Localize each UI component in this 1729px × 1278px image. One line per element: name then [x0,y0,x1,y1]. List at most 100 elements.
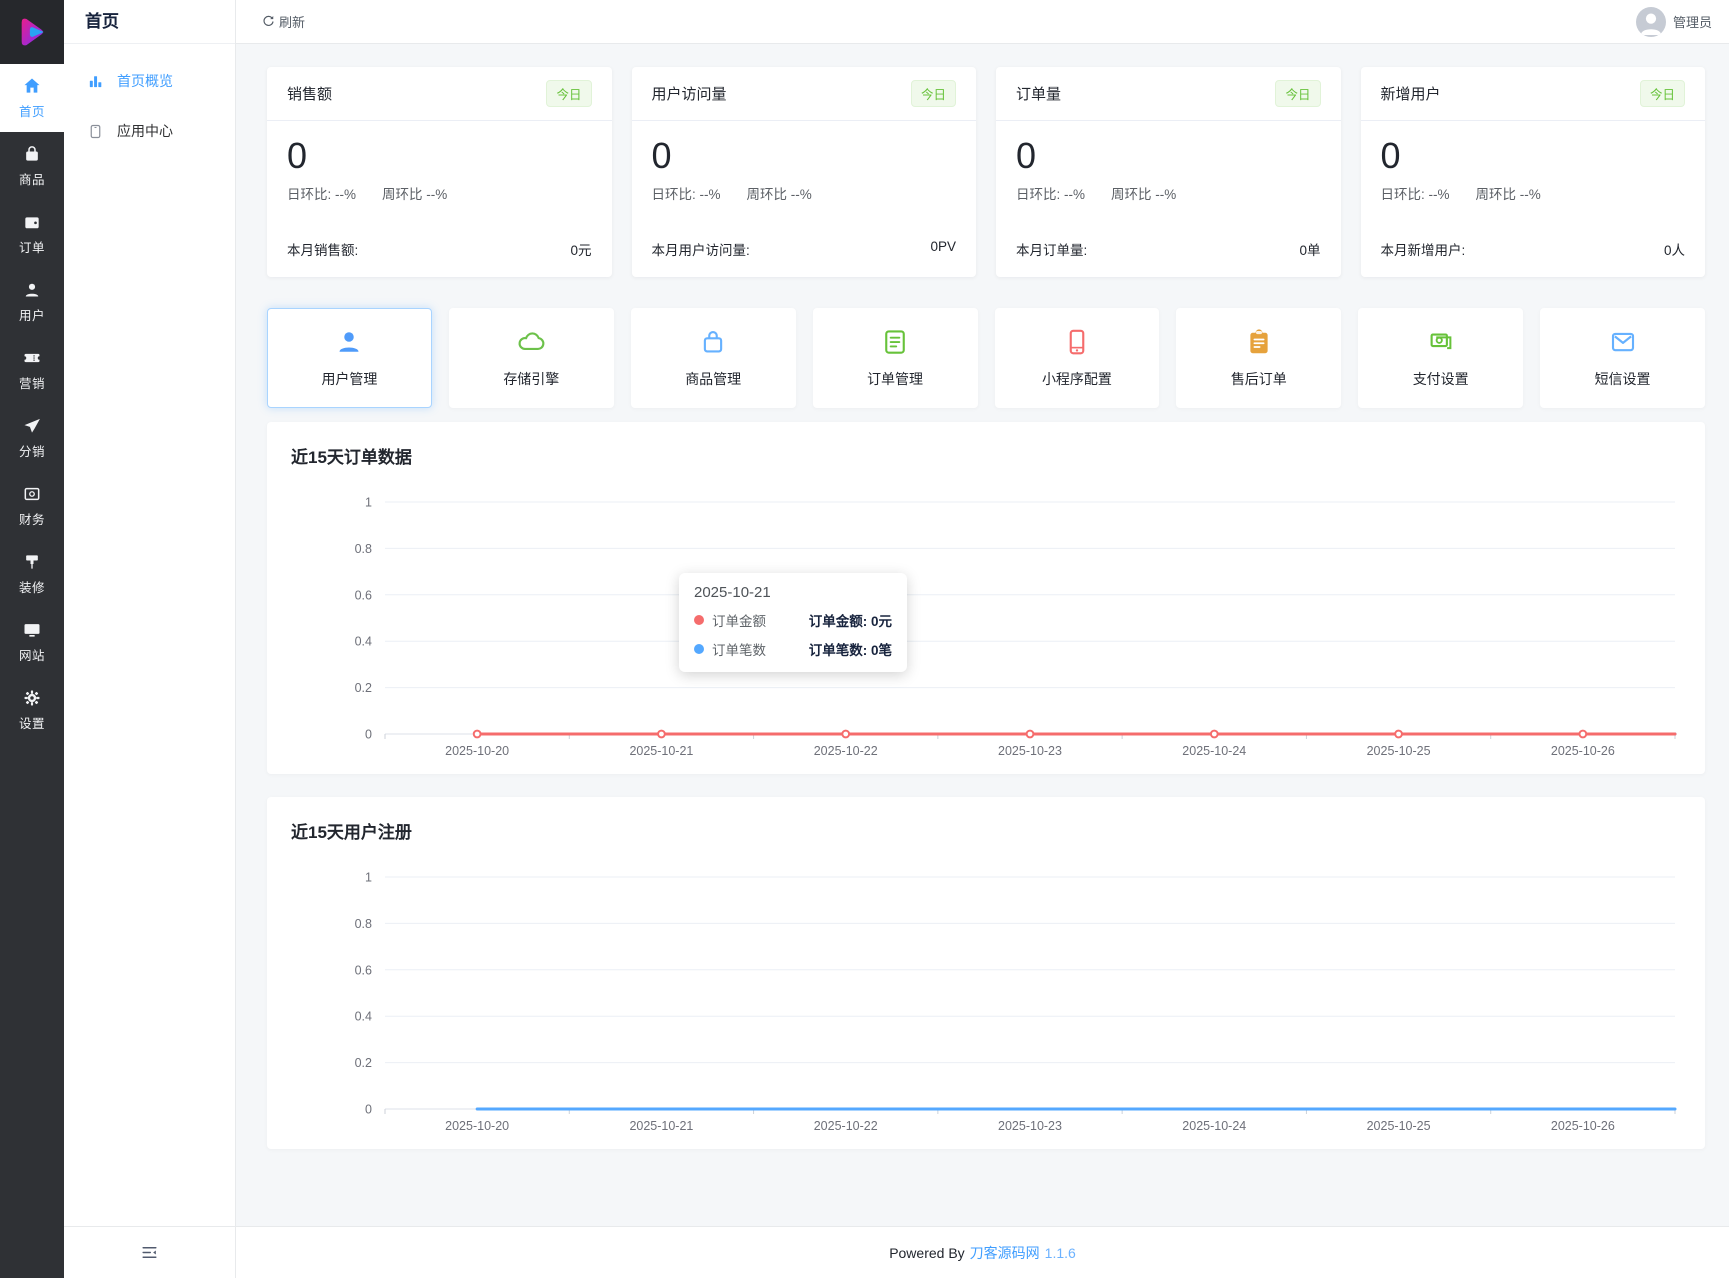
tooltip-row: 订单金额 订单金额: 0元 [694,610,892,630]
shortcut-aftersale-orders[interactable]: 售后订单 [1176,308,1342,408]
chart-tooltip: 2025-10-21 订单金额 订单金额: 0元 订单笔数 订单笔数: 0笔 [679,573,907,672]
panel-menu: 首页概览 应用中心 [64,44,235,1226]
version-text: 1.1.6 [1044,1244,1076,1261]
today-badge: 今日 [910,80,956,107]
sidebar-item-decorate[interactable]: 装修 [0,540,64,608]
sidebar-item-users[interactable]: 用户 [0,268,64,336]
app-center-icon [90,124,101,138]
paint-icon [26,555,38,569]
x-axis-label: 2025-10-26 [1551,744,1615,758]
shortcut-user-manage[interactable]: 用户管理 [267,308,432,408]
cloud-icon [518,332,545,350]
user-menu[interactable]: 管理员 [1635,6,1712,37]
shortcut-miniprogram-config[interactable]: 小程序配置 [994,308,1160,408]
month-value: 0PV [930,239,956,254]
stat-title: 订单量 [1016,86,1062,103]
footer: Powered By 刀客源码网 1.1.6 [236,1226,1729,1278]
month-value: 0人 [1663,243,1685,258]
shortcut-sms-settings[interactable]: 短信设置 [1540,308,1705,408]
data-point-marker[interactable] [472,729,482,739]
panel-title: 首页 [64,0,235,44]
x-axis-label: 2025-10-24 [1182,744,1246,758]
data-point-marker[interactable] [1394,729,1403,739]
today-badge: 今日 [546,80,592,107]
tooltip-date: 2025-10-21 [694,584,771,601]
series-dot-blue [694,644,704,654]
month-value: 0单 [1299,243,1321,258]
orders-chart-title: 近15天订单数据 [291,448,412,467]
month-label: 本月销售额: [287,243,359,258]
sidebar-item-settings[interactable]: 设置 [0,676,64,744]
y-axis-label: 0.2 [355,1056,372,1070]
plane-icon [24,418,40,433]
document-icon [885,330,905,354]
x-axis-label: 2025-10-23 [998,744,1062,758]
today-badge: 今日 [1639,80,1685,107]
stat-value: 0 [651,135,672,176]
tooltip-series-value: 订单笔数: 0笔 [808,643,892,658]
registrations-line-chart[interactable]: 0 0.2 0.4 0.6 0.8 1 2025-10-20 2025-10-21 2025-1… [291,855,1681,1143]
shortcut-label: 用户管理 [321,371,378,387]
stat-title: 用户访问量 [651,86,727,103]
topbar: 刷新 管理员 [236,0,1729,44]
y-axis-label: 0.8 [355,917,372,931]
sidebar-item-distribute[interactable]: 分销 [0,404,64,472]
wallet-icon [25,217,39,229]
day-ratio: 日环比: --% [1016,187,1085,202]
sidebar-item-orders[interactable]: 订单 [0,200,64,268]
sidebar-item-label: 分销 [18,445,45,459]
data-point-marker[interactable] [841,729,851,739]
shortcut-label: 售后订单 [1230,371,1287,387]
stat-title: 销售额 [287,86,333,103]
shortcut-storage-engine[interactable]: 存储引擎 [448,308,614,408]
stat-value: 0 [1016,135,1037,176]
menu-item-app-center[interactable]: 应用中心 [64,106,235,156]
shortcut-goods-manage[interactable]: 商品管理 [630,308,796,408]
sidebar-item-label: 商品 [18,173,45,187]
site-link[interactable]: 刀客源码网 [970,1243,1040,1263]
data-point-marker[interactable] [1578,729,1588,739]
sidebar-item-label: 财务 [18,513,45,527]
collapse-sidebar-icon[interactable] [140,1243,159,1262]
x-axis-label: 2025-10-21 [629,744,693,758]
tooltip-series-value: 订单金额: 0元 [808,614,892,629]
series-dot-red [694,615,704,625]
shortcut-order-manage[interactable]: 订单管理 [812,308,978,408]
stats-row: 销售额 今日 0 日环比: --% 周环比 --% 本月销售额: 0元 用户访问… [267,67,1705,277]
user-icon [25,283,39,297]
data-point-marker[interactable] [1209,729,1219,739]
menu-item-label: 首页概览 [117,73,173,89]
shortcut-payment-settings[interactable]: 支付设置 [1358,308,1524,408]
admin-name: 管理员 [1672,15,1712,30]
registrations-chart-card: 近15天用户注册 0 0.2 0.4 0.6 0.8 1 2025-10-20 2025-10… [267,797,1705,1149]
data-point-marker[interactable] [1025,729,1035,739]
logo-icon [21,18,44,46]
x-axis-label: 2025-10-26 [1551,1119,1615,1133]
sidebar-item-home[interactable]: 首页 [0,64,64,132]
shortcut-label: 商品管理 [685,371,742,387]
stat-card-sales: 销售额 今日 0 日环比: --% 周环比 --% 本月销售额: 0元 [267,67,612,277]
data-point-marker[interactable] [657,729,666,739]
y-axis-label: 0.6 [355,588,372,602]
week-ratio: 周环比 --% [382,187,448,202]
payment-icon [1430,333,1452,350]
refresh-button[interactable]: 刷新 [261,12,305,31]
envelope-icon [1611,332,1634,352]
day-ratio: 日环比: --% [1380,187,1450,202]
secondary-panel: 首页 首页概览 应用中心 [64,0,236,1278]
avatar [1635,6,1666,37]
sidebar-item-finance[interactable]: 财务 [0,472,64,540]
stat-card-orders: 订单量 今日 0 日环比: --% 周环比 --% 本月订单量: 0单 [996,67,1341,277]
sidebar-item-label: 装修 [18,581,45,595]
orders-line-chart[interactable]: 00.20.40.60.812025-10-20 2025-10-21 2025-1… [291,480,1681,768]
sidebar-item-website[interactable]: 网站 [0,608,64,676]
main-column: 刷新 管理员 销售额 今日 0 日环比: --% 周环比 --% 本月销售额: … [236,0,1729,1278]
menu-item-overview[interactable]: 首页概览 [64,56,235,106]
sidebar-item-goods[interactable]: 商品 [0,132,64,200]
sidebar-item-marketing[interactable]: 营销 [0,336,64,404]
y-axis-label: 0.8 [355,542,372,556]
panel-footer [64,1226,235,1278]
person-icon [339,332,359,352]
refresh-icon [263,15,274,26]
tooltip-series-name: 订单金额 [712,614,766,629]
